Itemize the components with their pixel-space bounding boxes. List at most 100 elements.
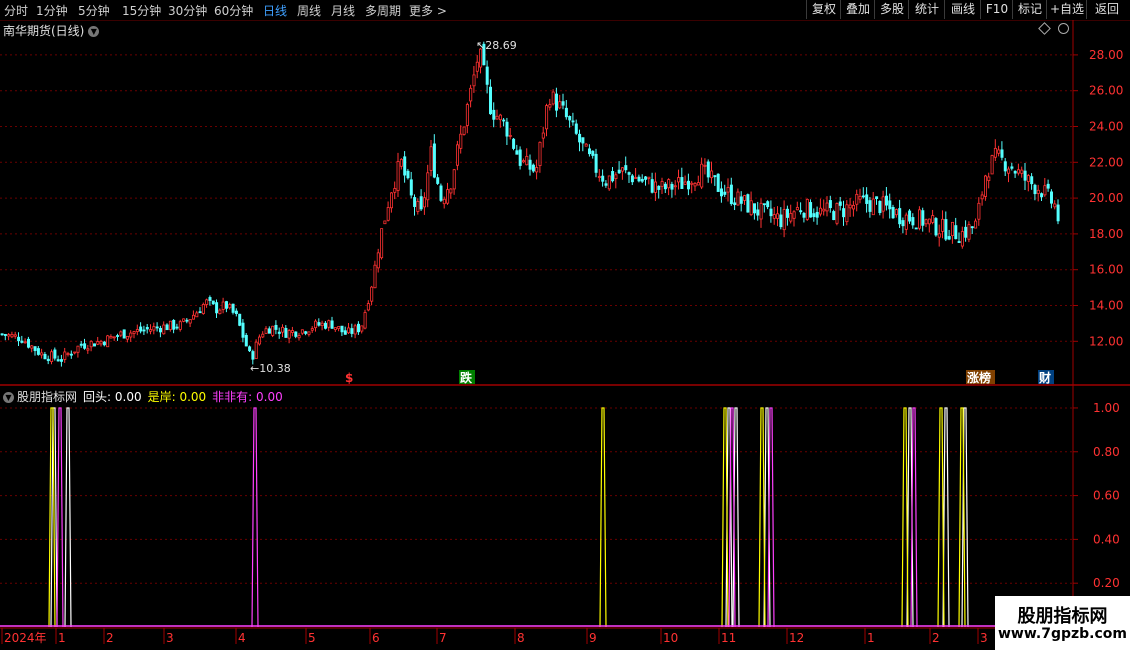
candle-body xyxy=(842,208,846,218)
candle-body xyxy=(769,208,773,217)
candle-body xyxy=(10,334,14,338)
candle-body xyxy=(76,345,80,353)
candle-body xyxy=(195,312,199,318)
candle-body xyxy=(1046,183,1050,189)
watermark: 股朋指标网 www.7gpzb.com xyxy=(995,596,1130,650)
candle-body xyxy=(370,286,374,302)
candle-body xyxy=(422,197,426,208)
candle-body xyxy=(442,198,446,205)
candle-body xyxy=(795,207,799,211)
candle-body xyxy=(855,193,859,205)
candle-body xyxy=(611,171,615,182)
candle-body xyxy=(254,341,258,359)
candle-body xyxy=(868,200,872,212)
candle-body xyxy=(419,196,423,210)
candle-body xyxy=(1003,161,1007,172)
candle-body xyxy=(743,195,747,201)
candle-body xyxy=(980,194,984,200)
candle-body xyxy=(627,172,631,175)
candle-body xyxy=(277,331,281,334)
candle-body xyxy=(934,218,938,236)
candle-body xyxy=(274,324,278,330)
candle-body xyxy=(739,196,743,204)
candle-body xyxy=(825,202,829,212)
indicator-value: 回头: 0.00 xyxy=(83,390,142,404)
candle-body xyxy=(535,167,539,173)
candle-body xyxy=(640,178,644,182)
candle-body xyxy=(333,327,337,330)
candle-body xyxy=(129,332,133,338)
candle-body xyxy=(918,209,922,229)
chevron-down-icon[interactable]: ▼ xyxy=(3,392,14,403)
candle-body xyxy=(941,218,945,232)
candle-body xyxy=(515,150,519,155)
candle-body xyxy=(50,351,54,362)
candle-body xyxy=(789,213,793,222)
candle-body xyxy=(337,326,341,329)
candle-body xyxy=(373,264,377,289)
candle-body xyxy=(673,185,677,188)
candle-body xyxy=(406,170,410,179)
indicator-tick-label: 0.80 xyxy=(1093,445,1120,459)
candle-body xyxy=(716,173,720,192)
candle-body xyxy=(33,346,37,351)
candle-body xyxy=(522,160,526,163)
candle-body xyxy=(281,326,285,333)
candle-body xyxy=(152,326,156,331)
candle-body xyxy=(726,187,730,193)
time-tick-label: 1 xyxy=(58,631,66,645)
candle-body xyxy=(644,176,648,180)
event-badge: 跌 xyxy=(460,370,473,385)
candle-body xyxy=(327,320,331,328)
candle-body xyxy=(924,219,928,225)
candle-body xyxy=(551,91,555,105)
candle-body xyxy=(819,207,823,215)
candle-body xyxy=(720,188,724,197)
candle-body xyxy=(871,198,875,216)
candle-body xyxy=(208,297,212,301)
candle-body xyxy=(588,148,592,155)
candle-body xyxy=(13,334,17,337)
candle-body xyxy=(416,201,420,212)
candle-body xyxy=(581,137,585,144)
candle-body xyxy=(650,179,654,193)
price-tick-label: 18.00 xyxy=(1089,227,1123,241)
candle-body xyxy=(964,226,968,238)
candle-body xyxy=(469,87,473,102)
candle-body xyxy=(1017,169,1021,174)
price-tick-label: 20.00 xyxy=(1089,191,1123,205)
candle-body xyxy=(667,179,671,189)
candle-body xyxy=(690,182,694,185)
candle-body xyxy=(198,311,202,314)
candle-body xyxy=(852,204,856,210)
watermark-url: www.7gpzb.com xyxy=(997,626,1127,642)
candle-body xyxy=(300,329,304,334)
candle-body xyxy=(36,348,40,355)
candle-body xyxy=(502,119,506,122)
candle-body xyxy=(380,228,384,259)
candle-body xyxy=(1030,176,1034,185)
candle-body xyxy=(657,185,661,190)
candle-body xyxy=(191,314,195,320)
candle-body xyxy=(221,301,225,310)
indicator-name[interactable]: 股朋指标网 xyxy=(17,390,77,404)
candle-body xyxy=(805,199,809,220)
candle-body xyxy=(158,327,162,333)
candle-body xyxy=(399,158,403,167)
candle-body xyxy=(786,208,790,218)
candle-body xyxy=(356,323,360,333)
candle-body xyxy=(967,224,971,240)
candle-body xyxy=(294,331,298,337)
candle-body xyxy=(264,328,268,334)
candle-body xyxy=(185,319,189,322)
candle-body xyxy=(106,335,110,348)
candle-body xyxy=(290,330,294,333)
high-marker-label: ↖28.69 xyxy=(476,39,517,52)
candle-body xyxy=(528,159,532,170)
time-tick-label: 6 xyxy=(372,631,380,645)
candle-body xyxy=(1033,184,1037,195)
candle-body xyxy=(901,220,905,227)
candle-body xyxy=(360,325,364,332)
time-tick-label: 3 xyxy=(166,631,174,645)
candle-body xyxy=(1040,193,1044,198)
